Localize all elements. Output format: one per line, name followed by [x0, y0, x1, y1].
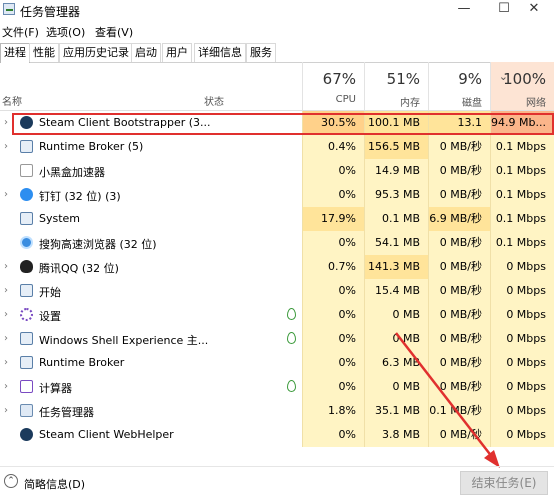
annotation-arrow [395, 332, 500, 468]
footer: ⌃ 简略信息(D) 结束任务(E) [0, 466, 554, 499]
fewer-details-link[interactable]: 简略信息(D) [24, 476, 85, 492]
chevron-up-icon[interactable]: ⌃ [4, 474, 18, 488]
end-task-button[interactable]: 结束任务(E) [460, 471, 548, 495]
